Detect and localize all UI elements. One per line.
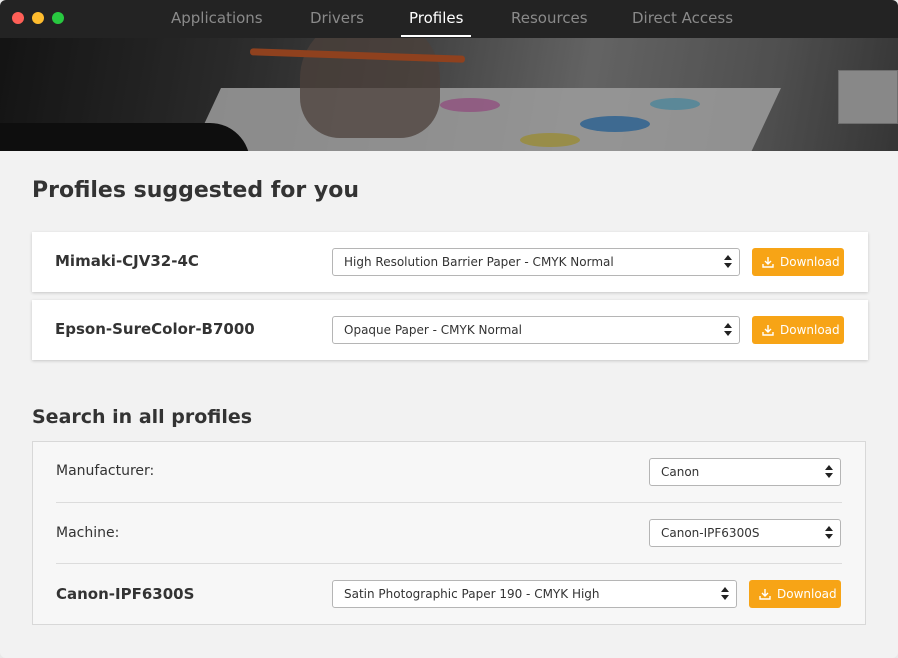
profile-select-value: Opaque Paper - CMYK Normal [344, 323, 522, 337]
tab-profiles[interactable]: Profiles [400, 0, 473, 38]
machine-select-value: Canon-IPF6300S [661, 526, 760, 540]
updown-arrows-icon [825, 464, 833, 480]
updown-arrows-icon [825, 525, 833, 541]
download-button-label: Download [780, 323, 840, 337]
machine-name: Mimaki-CJV32-4C [55, 252, 199, 270]
download-button[interactable]: Download [749, 580, 841, 608]
profile-select-value: High Resolution Barrier Paper - CMYK Nor… [344, 255, 614, 269]
divider [56, 502, 842, 503]
download-button[interactable]: Download [752, 248, 844, 276]
suggested-section-title: Profiles suggested for you [32, 178, 360, 203]
tab-applications[interactable]: Applications [171, 0, 263, 38]
suggested-card: Mimaki-CJV32-4C High Resolution Barrier … [32, 232, 868, 292]
divider [56, 563, 842, 564]
profile-select[interactable]: High Resolution Barrier Paper - CMYK Nor… [332, 248, 740, 276]
manufacturer-label: Manufacturer: [56, 463, 155, 479]
manufacturer-select[interactable]: Canon [649, 458, 841, 486]
tab-drivers[interactable]: Drivers [310, 0, 364, 38]
tab-resources[interactable]: Resources [511, 0, 588, 38]
app-window: Applications Drivers Profiles Resources … [0, 0, 898, 658]
machine-select[interactable]: Canon-IPF6300S [649, 519, 841, 547]
download-icon [759, 589, 771, 600]
updown-arrows-icon [721, 586, 729, 602]
title-bar: Applications Drivers Profiles Resources … [0, 0, 898, 38]
profile-select[interactable]: Opaque Paper - CMYK Normal [332, 316, 740, 344]
machine-label: Machine: [56, 525, 120, 541]
download-icon [762, 257, 774, 268]
tab-direct-access[interactable]: Direct Access [632, 0, 733, 38]
machine-name: Epson-SureColor-B7000 [55, 320, 255, 338]
download-button-label: Download [780, 255, 840, 269]
download-button[interactable]: Download [752, 316, 844, 344]
search-section-title: Search in all profiles [32, 406, 253, 428]
search-panel: Manufacturer: Canon Machine: Canon-IPF63… [32, 441, 866, 625]
hero-banner-image [0, 38, 898, 151]
updown-arrows-icon [724, 254, 732, 270]
updown-arrows-icon [724, 322, 732, 338]
result-profile-select[interactable]: Satin Photographic Paper 190 - CMYK High [332, 580, 737, 608]
download-icon [762, 325, 774, 336]
download-button-label: Download [777, 587, 837, 601]
suggested-card: Epson-SureColor-B7000 Opaque Paper - CMY… [32, 300, 868, 360]
result-profile-select-value: Satin Photographic Paper 190 - CMYK High [344, 587, 600, 601]
top-nav: Applications Drivers Profiles Resources … [0, 0, 898, 38]
manufacturer-select-value: Canon [661, 465, 700, 479]
result-machine-name: Canon-IPF6300S [56, 585, 195, 603]
